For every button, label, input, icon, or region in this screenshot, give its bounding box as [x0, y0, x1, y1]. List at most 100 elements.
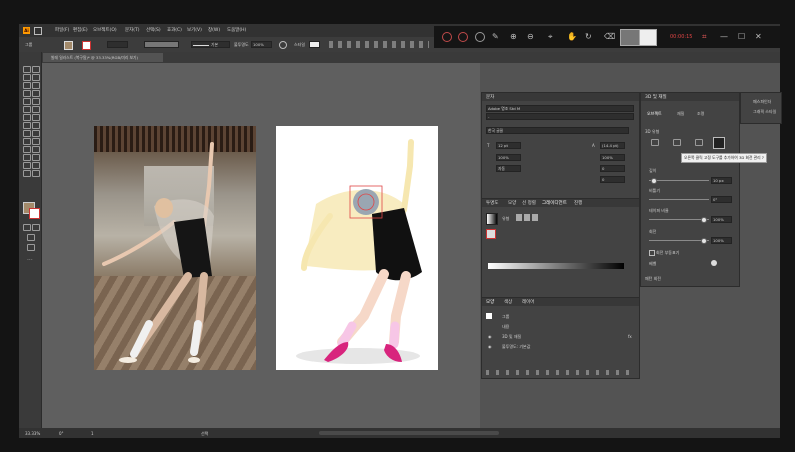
pen-icon[interactable]: ✎: [492, 32, 499, 41]
scale-tool-icon[interactable]: [32, 114, 40, 121]
width-tool-icon[interactable]: [23, 122, 31, 129]
menu-object[interactable]: 오브젝트(O): [93, 27, 117, 33]
stroke-style-dropdown[interactable]: 기본: [191, 41, 230, 48]
bevel-toggle[interactable]: [711, 260, 717, 266]
leading-field[interactable]: (14.4 pt): [600, 142, 625, 149]
eraser-icon[interactable]: ⌫: [604, 32, 615, 41]
minimize-icon[interactable]: —: [720, 32, 728, 41]
paintbrush-tool-icon[interactable]: [32, 98, 40, 105]
crop-icon[interactable]: ⌗: [702, 32, 707, 42]
screen-mode-icon[interactable]: [27, 244, 35, 251]
zoom-out-icon[interactable]: ⊖: [527, 32, 534, 41]
rotate-field[interactable]: 100%: [711, 237, 732, 244]
korean-font-field[interactable]: 한국 글꼴: [486, 127, 629, 134]
shape-builder-tool-icon[interactable]: [23, 130, 31, 137]
rotate-slider-knob[interactable]: [701, 238, 707, 244]
hand-tool-icon[interactable]: [23, 170, 31, 177]
taper-slider[interactable]: [649, 219, 709, 220]
close-icon[interactable]: ✕: [755, 32, 762, 41]
rotate-tool-icon[interactable]: [23, 114, 31, 121]
menu-help[interactable]: 도움말(H): [227, 27, 246, 33]
depth-slider[interactable]: [649, 180, 709, 181]
3d-inflate-icon[interactable]: [713, 137, 725, 149]
record-stop-icon[interactable]: [442, 32, 452, 42]
eyedropper-tool-icon[interactable]: [23, 146, 31, 153]
3d-extrude-icon[interactable]: [673, 139, 681, 146]
taper-field[interactable]: 100%: [711, 216, 732, 223]
rectangle-tool-icon[interactable]: [23, 98, 31, 105]
appearance-row-group[interactable]: 그룹: [502, 314, 509, 320]
vertical-scale-field[interactable]: 100%: [496, 154, 521, 161]
stroke-swatch[interactable]: [82, 41, 91, 50]
color-mode-icon[interactable]: [23, 224, 31, 231]
webcam-thumbnail[interactable]: [620, 29, 640, 46]
tab-3d-material[interactable]: 재질: [677, 111, 684, 117]
appearance-footer-icons[interactable]: [486, 370, 636, 375]
gradient-tool-icon[interactable]: [32, 138, 40, 145]
variable-width-field[interactable]: [144, 41, 179, 48]
draw-mode-icon[interactable]: [27, 234, 35, 241]
artboard-number[interactable]: 1: [91, 431, 94, 436]
stroke-color-box[interactable]: [29, 208, 40, 219]
zoom-level[interactable]: 33.33%: [25, 431, 40, 436]
menu-window[interactable]: 창(W): [208, 27, 220, 33]
align-icons[interactable]: [329, 41, 429, 48]
rotate-slider[interactable]: [649, 240, 709, 241]
shaper-tool-icon[interactable]: [23, 106, 31, 113]
stroke-weight-field[interactable]: [107, 41, 128, 48]
eraser-tool-icon[interactable]: [32, 106, 40, 113]
none-mode-icon[interactable]: [32, 224, 40, 231]
tab-transparency[interactable]: 투명도: [486, 200, 498, 206]
tab-stroke-align[interactable]: 선 정렬: [522, 200, 536, 206]
type-tool-icon[interactable]: [23, 90, 31, 97]
line-tool-icon[interactable]: [32, 90, 40, 97]
pen-tool-icon[interactable]: [23, 82, 31, 89]
record-pause-icon[interactable]: [458, 32, 468, 42]
magic-wand-tool-icon[interactable]: [23, 74, 31, 81]
horizontal-scale-field[interactable]: 100%: [600, 154, 625, 161]
reference-photo[interactable]: [94, 126, 256, 370]
recolor-icon[interactable]: [279, 41, 287, 49]
gradient-preview-swatch[interactable]: [486, 213, 498, 225]
direct-selection-tool-icon[interactable]: [32, 66, 40, 73]
tab-appearance-main[interactable]: 모양: [486, 299, 494, 305]
appearance-row-opacity[interactable]: 불투명도: 기본값: [502, 344, 530, 350]
font-size-field[interactable]: 12 pt: [496, 142, 521, 149]
lasso-tool-icon[interactable]: [32, 74, 40, 81]
artboard-tool-icon[interactable]: [23, 162, 31, 169]
horizontal-scrollbar[interactable]: [319, 431, 499, 435]
twist-field[interactable]: 0°: [711, 196, 732, 203]
record-settings-icon[interactable]: [475, 32, 485, 42]
tab-color[interactable]: 색상: [504, 299, 512, 305]
slice-tool-icon[interactable]: [32, 162, 40, 169]
fx-icon[interactable]: fx: [628, 334, 632, 339]
zoom-in-icon[interactable]: ⊕: [510, 32, 517, 41]
visibility-eye-icon-2[interactable]: ◉: [488, 344, 492, 349]
rotation-value[interactable]: 0°: [59, 431, 64, 436]
appearance-row-3d[interactable]: 3D 및 재질: [502, 334, 521, 340]
3d-revolve-icon[interactable]: [695, 139, 703, 146]
depth-field[interactable]: 10 px: [711, 177, 732, 184]
fill-swatch[interactable]: [64, 41, 73, 50]
maximize-icon[interactable]: ☐: [738, 32, 745, 41]
more-tools-icon[interactable]: ···: [27, 257, 33, 264]
hand-icon[interactable]: ✋: [567, 32, 577, 41]
tab-layers[interactable]: 레이어: [522, 299, 534, 305]
blend-tool-icon[interactable]: [32, 146, 40, 153]
3d-flat-icon[interactable]: [651, 139, 659, 146]
opacity-field[interactable]: 100%: [251, 41, 272, 48]
menu-select[interactable]: 선택(S): [146, 27, 161, 33]
font-style-field[interactable]: -: [486, 113, 634, 120]
dock-pathfinder[interactable]: 패스파인더: [753, 99, 771, 105]
home-icon[interactable]: [34, 27, 42, 35]
appearance-row-contents[interactable]: 내용: [502, 324, 509, 330]
gradient-slider-bar[interactable]: [488, 263, 624, 269]
curvature-tool-icon[interactable]: [32, 82, 40, 89]
graph-tool-icon[interactable]: [32, 154, 40, 161]
menu-view[interactable]: 보기(V): [187, 27, 202, 33]
tab-gradient[interactable]: 그레이디언트: [542, 200, 567, 206]
tracking-field[interactable]: 0: [600, 165, 625, 172]
style-swatch[interactable]: [309, 41, 320, 48]
twist-slider[interactable]: [649, 199, 709, 200]
tab-appearance[interactable]: 모양: [508, 200, 516, 206]
